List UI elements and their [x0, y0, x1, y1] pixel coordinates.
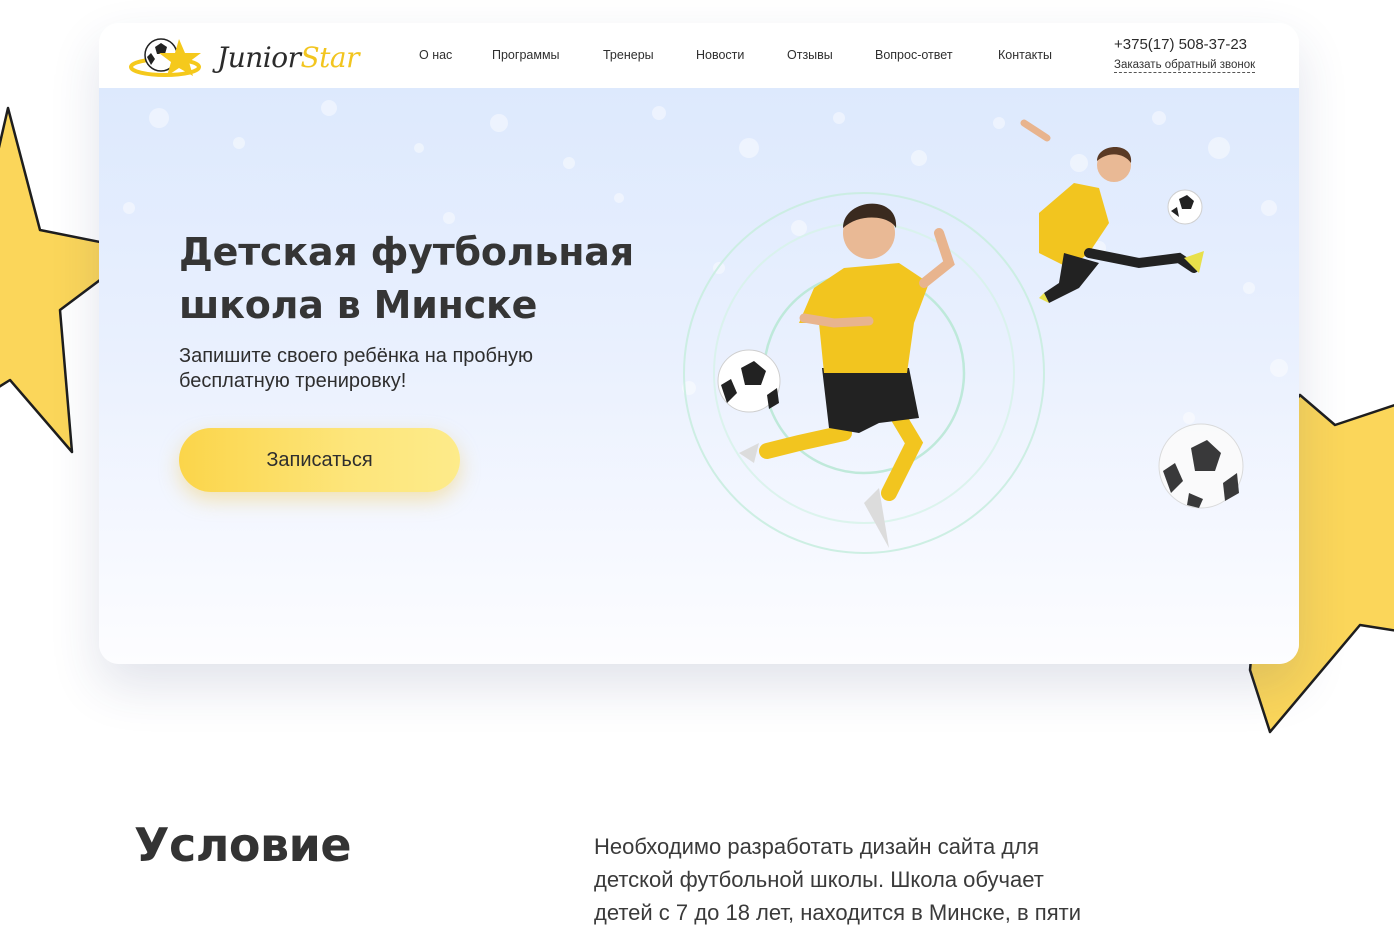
nav-item-contacts[interactable]: Контакты — [998, 48, 1052, 62]
nav-item-faq[interactable]: Вопрос-ответ — [875, 48, 953, 62]
hero-card: JuniorStar О нас Программы Тренеры Новос… — [99, 23, 1299, 664]
nav-item-about[interactable]: О нас — [419, 48, 452, 62]
hero-subtitle: Запишите своего ребёнка на пробную беспл… — [179, 345, 534, 392]
signup-button[interactable]: Записаться — [179, 428, 460, 492]
nav-item-reviews[interactable]: Отзывы — [787, 48, 833, 62]
nav-item-news[interactable]: Новости — [696, 48, 744, 62]
condition-title: Условие — [134, 818, 352, 872]
callback-link[interactable]: Заказать обратный звонок — [1114, 58, 1256, 73]
hero-title: Детская футбольная школа в Минске — [179, 230, 634, 327]
page: JuniorStar О нас Программы Тренеры Новос… — [0, 0, 1394, 933]
condition-text: Необходимо разработать дизайн сайта для … — [594, 834, 1081, 925]
logo-text: JuniorStar — [217, 41, 360, 74]
nav-item-programs[interactable]: Программы — [492, 48, 560, 62]
soccer-ball-icon — [129, 38, 201, 77]
logo[interactable]: JuniorStar — [129, 31, 360, 81]
site-header: JuniorStar О нас Программы Тренеры Новос… — [99, 23, 1299, 88]
nav-item-coaches[interactable]: Тренеры — [603, 48, 654, 62]
phone-number[interactable]: +375(17) 508-37-23 — [1114, 36, 1247, 53]
